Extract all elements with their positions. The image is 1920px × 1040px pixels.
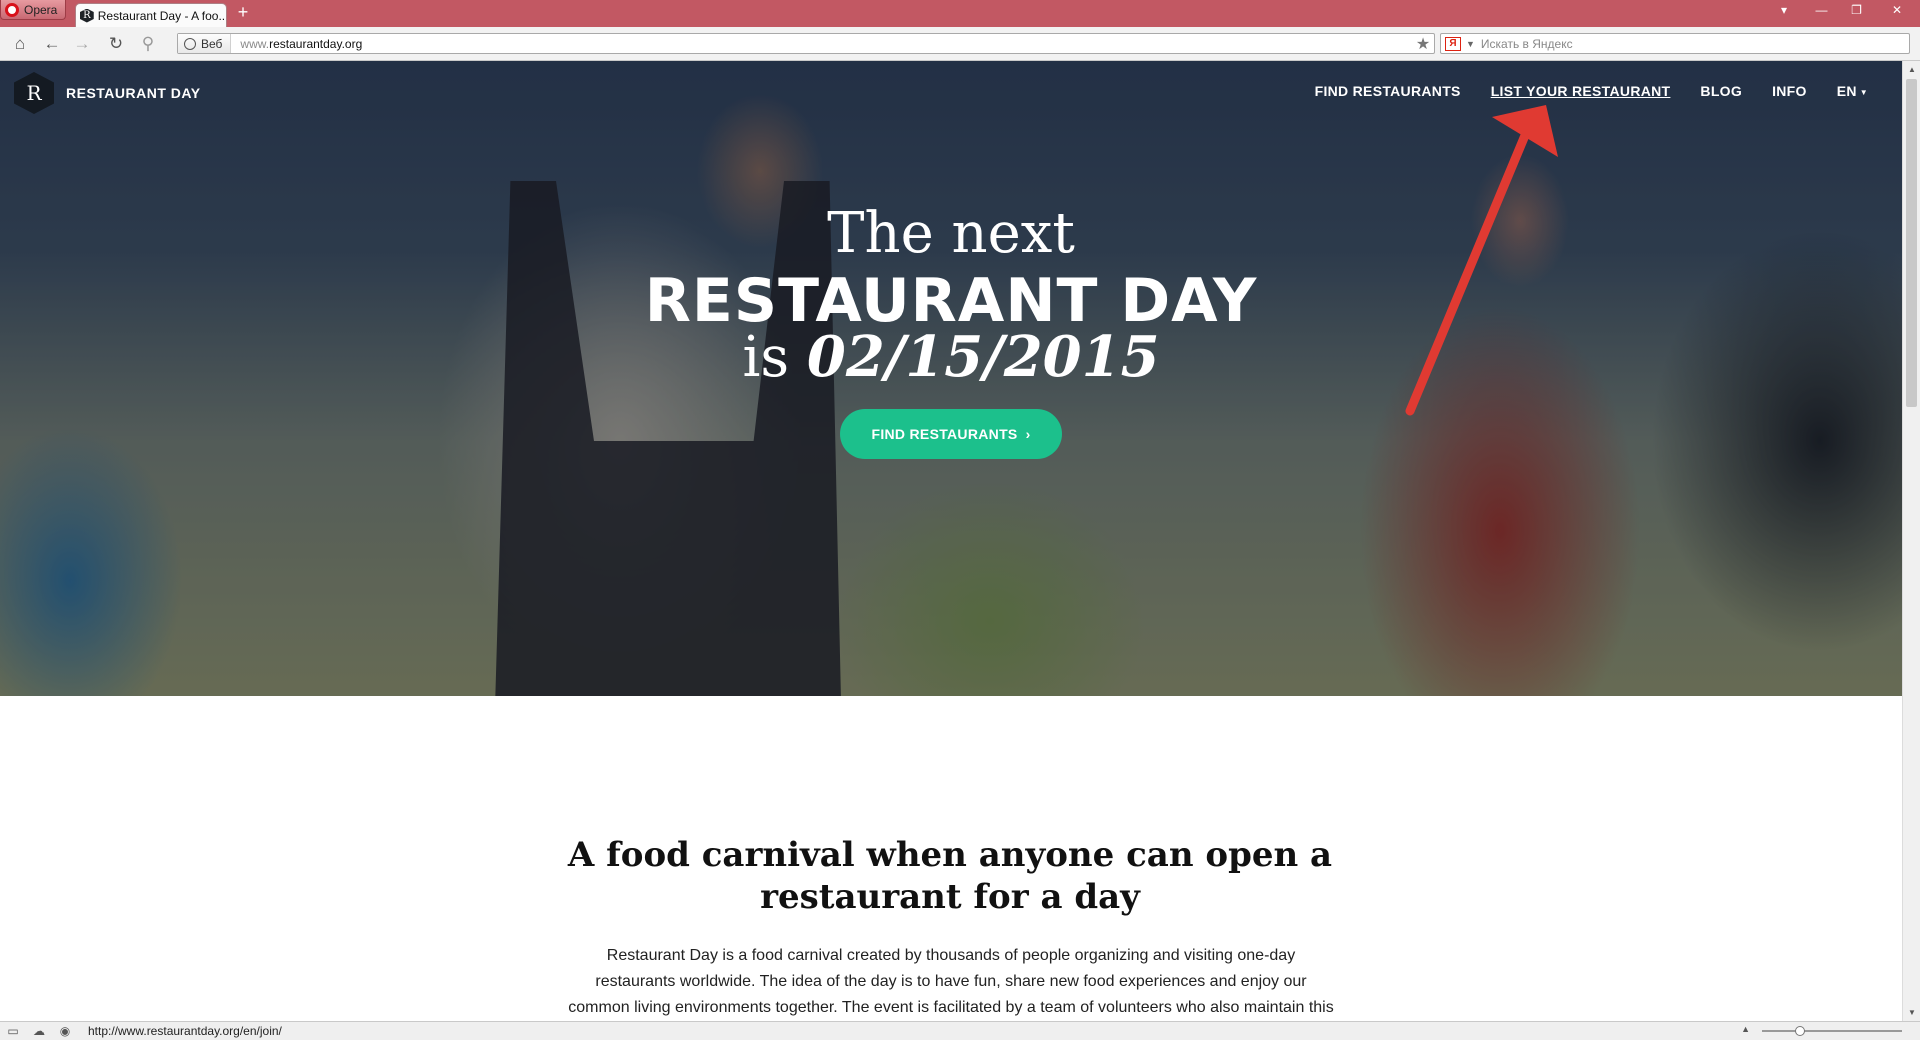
hero-date: 02/15/2015 [806,324,1160,390]
window-controls: ▾ — ❐ ✕ [1764,0,1920,20]
search-placeholder: Искать в Яндекс [1480,36,1573,51]
key-icon[interactable]: ⚲ [134,27,162,61]
intro-title: A food carnival when anyone can open a r… [567,835,1333,917]
language-selector[interactable]: EN ▼ [1837,83,1868,99]
hero-line-3: is 02/15/2015 [0,324,1902,390]
favicon-icon: R [80,8,94,23]
hero-line-3-prefix: is [742,325,790,390]
hero-section: R RESTAURANT DAY FIND RESTAURANTS LIST Y… [0,61,1902,696]
chevron-right-icon: › [1025,426,1031,442]
cta-label: FIND RESTAURANTS [871,426,1018,442]
opera-menu-button[interactable]: Opera [0,0,66,20]
forward-icon[interactable]: → [68,27,96,61]
opera-menu-label: Opera [24,2,58,17]
language-label: EN [1836,83,1857,99]
logo-hex-icon: R [14,72,54,114]
intro-section: A food carnival when anyone can open a r… [0,696,1902,1021]
minimize-icon[interactable]: — [1804,0,1839,20]
intro-body: Restaurant Day is a food carnival create… [568,947,1334,1016]
tab-menu-icon[interactable]: ▾ [1764,0,1804,20]
zoom-slider[interactable] [1762,1026,1902,1036]
panel-toggle-icon[interactable]: ▭ [0,1024,26,1038]
zoom-knob[interactable] [1795,1026,1805,1036]
url-domain: restaurantday.org [269,36,363,51]
globe-icon [184,37,196,50]
chevron-down-icon[interactable]: ▼ [1466,39,1475,49]
nav-blog[interactable]: BLOG [1700,83,1742,99]
caret-down-icon: ▼ [1859,87,1868,97]
tab-title: Restaurant Day - A foo... [97,8,226,23]
browser-toolbar: ⌂ ← → ↻ ⚲ Веб www.restaurantday.org ★ Я … [0,27,1920,61]
web-badge-label: Веб [201,36,223,51]
scroll-up-icon[interactable]: ▲ [1741,1024,1750,1034]
speed-dial-icon[interactable]: ◉ [52,1024,78,1038]
scroll-up-icon[interactable]: ▲ [1903,61,1920,78]
nav-find-restaurants[interactable]: FIND RESTAURANTS [1315,83,1461,99]
main-nav: FIND RESTAURANTS LIST YOUR RESTAURANT BL… [1285,83,1868,99]
page-scrollbar[interactable]: ▲ ▼ [1902,61,1920,1021]
zoom-track [1762,1030,1902,1032]
status-url: http://www.restaurantday.org/en/join/ [88,1024,282,1038]
new-tab-button[interactable]: + [234,3,252,21]
site-logo[interactable]: R RESTAURANT DAY [14,72,201,114]
close-icon[interactable]: ✕ [1874,0,1920,20]
browser-tab-strip: Opera R Restaurant Day - A foo... + ▾ — … [0,0,1920,27]
opera-logo-icon [5,2,19,17]
search-field[interactable]: Я ▼ Искать в Яндекс [1440,33,1910,54]
scroll-down-icon[interactable]: ▼ [1903,1004,1920,1021]
find-restaurants-button[interactable]: FIND RESTAURANTS › [840,409,1062,459]
scrollbar-thumb[interactable] [1906,79,1917,407]
brand-name: RESTAURANT DAY [66,85,201,101]
nav-info[interactable]: INFO [1772,83,1807,99]
browser-tab-active[interactable]: R Restaurant Day - A foo... [75,3,227,27]
hero-line-1: The next [827,201,1075,266]
url-prefix: www. [240,36,270,51]
address-bar[interactable]: Веб www.restaurantday.org ★ [177,33,1435,54]
reload-icon[interactable]: ↻ [102,27,130,61]
web-badge[interactable]: Веб [178,34,232,53]
address-url[interactable]: www.restaurantday.org [231,37,1412,51]
nav-list-your-restaurant[interactable]: LIST YOUR RESTAURANT [1491,83,1671,99]
status-bar: ▭ ☁ ◉ http://www.restaurantday.org/en/jo… [0,1021,1920,1040]
restore-icon[interactable]: ❐ [1839,0,1874,20]
bookmark-star-icon[interactable]: ★ [1412,34,1434,54]
yandex-icon[interactable]: Я [1445,36,1461,51]
back-icon[interactable]: ← [38,27,66,61]
cloud-icon[interactable]: ☁ [26,1024,52,1038]
home-icon[interactable]: ⌂ [6,27,34,61]
